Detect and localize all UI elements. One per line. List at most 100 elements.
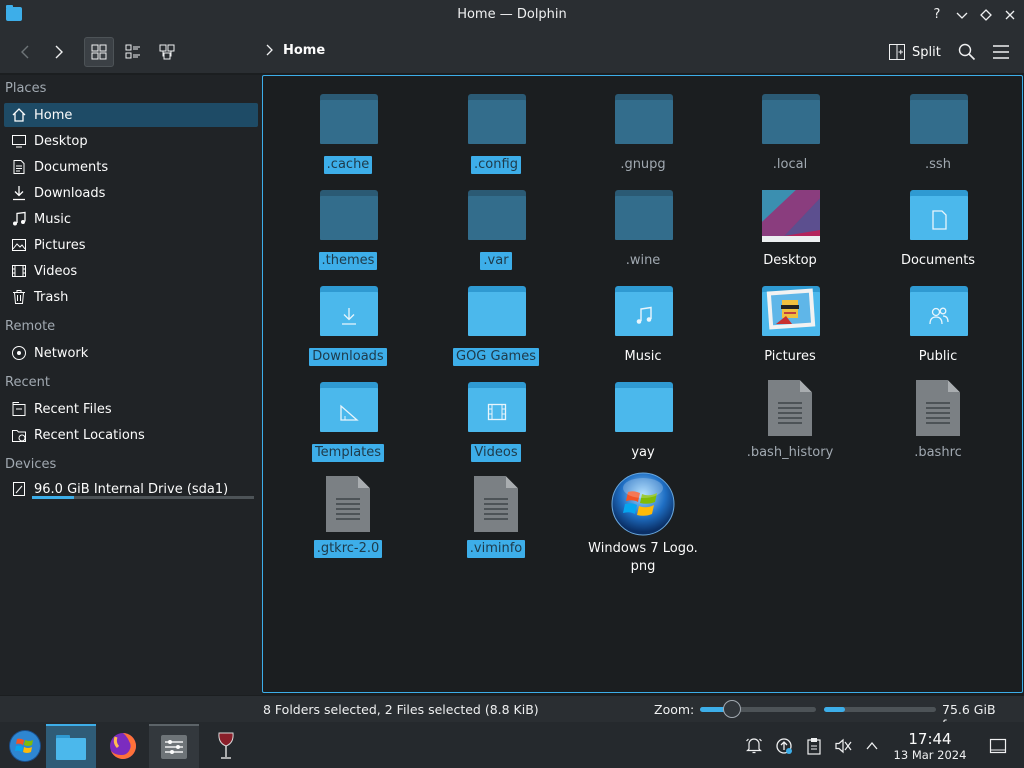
file-item[interactable]: Templates	[278, 376, 418, 462]
firefox-task-button[interactable]	[98, 724, 148, 768]
notifications-icon[interactable]	[744, 736, 764, 756]
free-space-bar[interactable]	[824, 707, 936, 712]
folder-icon	[464, 280, 528, 344]
sidebar-item-network[interactable]: Network	[4, 341, 258, 365]
file-item[interactable]: Music	[573, 280, 713, 366]
file-item[interactable]: Downloads	[278, 280, 418, 366]
clipboard-icon[interactable]	[804, 736, 824, 756]
search-button[interactable]	[952, 37, 982, 67]
dolphin-task-button[interactable]	[46, 724, 96, 768]
network-icon	[10, 344, 28, 362]
text-file-icon	[464, 472, 528, 536]
sidebar-item-documents[interactable]: Documents	[4, 155, 258, 179]
sidebar-item-pictures[interactable]: Pictures	[4, 233, 258, 257]
file-name: .config	[471, 156, 521, 174]
videos-folder-icon	[464, 376, 528, 440]
downloads-folder-icon	[316, 280, 380, 344]
file-item[interactable]: .config	[426, 88, 566, 174]
start-menu-button[interactable]	[0, 724, 50, 768]
status-bar: 8 Folders selected, 2 Files selected (8.…	[0, 696, 1024, 732]
downloads-icon	[10, 184, 28, 202]
file-name: .gtkrc-2.0	[313, 540, 383, 558]
split-label: Split	[912, 44, 941, 60]
icons-view-button[interactable]	[84, 37, 114, 67]
file-item[interactable]: .ssh	[868, 88, 1008, 174]
compact-view-icon	[125, 44, 140, 59]
forward-button[interactable]	[44, 37, 74, 67]
file-name: Templates	[311, 444, 385, 462]
sidebar-item-recent-files[interactable]: Recent Files	[4, 397, 258, 421]
sidebar-item-videos[interactable]: Videos	[4, 259, 258, 283]
file-item[interactable]: Windows 7 Logo. png	[573, 472, 713, 576]
folder-icon	[611, 376, 675, 440]
hamburger-menu-button[interactable]	[986, 37, 1016, 67]
file-name: .bash_history	[746, 445, 834, 460]
file-item[interactable]: .gtkrc-2.0	[278, 472, 418, 558]
wine-task-button[interactable]	[201, 724, 251, 768]
firefox-icon	[110, 733, 136, 759]
system-settings-task-button[interactable]	[149, 724, 199, 768]
maximize-icon[interactable]	[976, 5, 996, 25]
zoom-slider-handle[interactable]	[723, 700, 742, 718]
file-name: .ssh	[925, 157, 951, 172]
documents-folder-icon	[906, 184, 970, 248]
show-desktop-icon[interactable]	[988, 736, 1008, 756]
back-button[interactable]	[10, 37, 40, 67]
file-item[interactable]: .viminfo	[426, 472, 566, 558]
dolphin-icon	[56, 735, 86, 760]
desktop-icon	[10, 132, 28, 150]
file-view[interactable]: .cache .config .gnupg .local .ssh .themes .var…	[262, 75, 1023, 693]
text-file-icon	[906, 376, 970, 440]
file-item[interactable]: Public	[868, 280, 1008, 366]
videos-icon	[10, 262, 28, 280]
sidebar-item-recent-locations[interactable]: Recent Locations	[4, 423, 258, 447]
file-item[interactable]: GOG Games	[426, 280, 566, 366]
places-heading: Places	[5, 81, 47, 96]
clock-date: 13 Mar 2024	[893, 748, 967, 762]
sidebar-item-home[interactable]: Home	[4, 103, 258, 127]
back-icon	[21, 45, 29, 59]
file-name: Downloads	[309, 348, 387, 366]
free-space-fill	[824, 707, 846, 712]
minimize-icon[interactable]	[952, 5, 972, 25]
compact-view-button[interactable]	[118, 37, 148, 67]
clock-time: 17:44	[908, 730, 952, 748]
remote-heading: Remote	[5, 319, 56, 334]
file-name: .local	[772, 157, 808, 172]
help-icon[interactable]: ?	[927, 5, 947, 25]
details-view-button[interactable]	[152, 37, 182, 67]
file-name: Windows 7 Logo. png	[588, 541, 698, 574]
file-item[interactable]: .wine	[573, 184, 713, 270]
file-item[interactable]: Videos	[426, 376, 566, 462]
recent-locations-icon	[10, 426, 28, 444]
start-menu-icon	[9, 730, 41, 762]
sidebar-item-music[interactable]: Music	[4, 207, 258, 231]
breadcrumb-chevron-icon[interactable]	[264, 44, 274, 56]
file-item[interactable]: Desktop	[720, 184, 860, 270]
digital-clock[interactable]: 17:44 13 Mar 2024	[892, 730, 968, 762]
split-button[interactable]: Split	[888, 37, 941, 67]
updates-icon[interactable]	[774, 736, 794, 756]
search-icon	[958, 43, 976, 61]
file-item[interactable]: .themes	[278, 184, 418, 270]
file-item[interactable]: .var	[426, 184, 566, 270]
sidebar-item-desktop[interactable]: Desktop	[4, 129, 258, 153]
file-item[interactable]: yay	[573, 376, 713, 462]
file-item[interactable]: Pictures	[720, 280, 860, 366]
file-item[interactable]: .cache	[278, 88, 418, 174]
file-name: .bashrc	[914, 445, 962, 460]
public-folder-icon	[906, 280, 970, 344]
zoom-slider[interactable]	[700, 707, 816, 712]
file-item[interactable]: .local	[720, 88, 860, 174]
file-name: GOG Games	[453, 348, 539, 366]
sidebar-item-downloads[interactable]: Downloads	[4, 181, 258, 205]
sidebar-item-trash[interactable]: Trash	[4, 285, 258, 309]
breadcrumb[interactable]: Home	[283, 43, 325, 58]
file-item[interactable]: .gnupg	[573, 88, 713, 174]
close-icon[interactable]	[1000, 5, 1020, 25]
file-item[interactable]: .bashrc	[868, 376, 1008, 462]
volume-muted-icon[interactable]	[833, 736, 853, 756]
file-item[interactable]: Documents	[868, 184, 1008, 270]
file-item[interactable]: .bash_history	[720, 376, 860, 462]
tray-expand-icon[interactable]	[862, 736, 882, 756]
